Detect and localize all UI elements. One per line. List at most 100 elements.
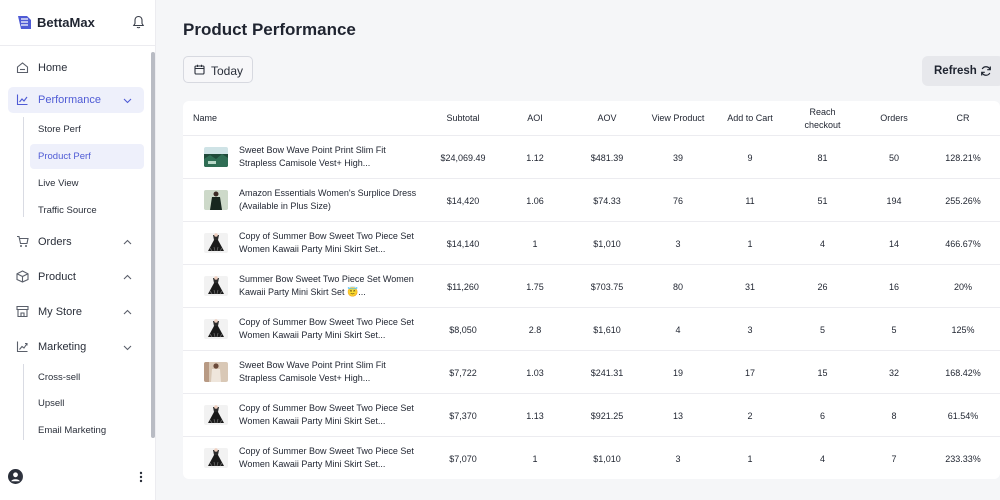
cell-aov: $921.25 bbox=[590, 410, 624, 421]
table-row[interactable]: Summer Bow Sweet Two Piece Set Women Kaw… bbox=[183, 265, 1000, 308]
cell-add-to-cart: 1 bbox=[747, 453, 753, 464]
more-vertical-icon[interactable] bbox=[137, 470, 145, 484]
cell-subtotal: $7,070 bbox=[449, 453, 477, 464]
column-header-add-to-cart[interactable]: Add to Cart bbox=[715, 101, 785, 136]
table-row[interactable]: Sweet Bow Wave Point Print Slim Fit Stra… bbox=[183, 351, 1000, 394]
cell-view-product: 80 bbox=[672, 281, 683, 292]
sidebar-subitem-product-perf[interactable]: Product Perf bbox=[30, 144, 144, 169]
table-row[interactable]: Copy of Summer Bow Sweet Two Piece Set W… bbox=[183, 222, 1000, 265]
product-name[interactable]: Amazon Essentials Women's Surplice Dress… bbox=[239, 187, 419, 213]
cell-subtotal: $14,140 bbox=[446, 238, 480, 249]
submenu-guide-line bbox=[23, 117, 24, 217]
cell-add-to-cart: 9 bbox=[747, 152, 753, 163]
cell-orders: 5 bbox=[891, 324, 897, 335]
chevron-up-icon bbox=[123, 309, 132, 315]
column-header-name[interactable]: Name bbox=[193, 101, 313, 136]
cell-reach-checkout: 6 bbox=[819, 410, 825, 421]
brand-header: BettaMax bbox=[0, 0, 156, 46]
cell-view-product: 4 bbox=[675, 324, 681, 335]
cell-add-to-cart: 31 bbox=[744, 281, 755, 292]
column-header-aov[interactable]: AOV bbox=[571, 101, 643, 136]
cell-reach-checkout: 15 bbox=[817, 367, 828, 378]
cell-cr: 168.42% bbox=[945, 367, 981, 378]
sidebar-subitem-upsell[interactable]: Upsell bbox=[30, 391, 144, 416]
sidebar-item-label: Product bbox=[38, 271, 76, 283]
column-header-subtotal[interactable]: Subtotal bbox=[427, 101, 499, 136]
date-filter-button[interactable]: Today bbox=[183, 56, 253, 83]
user-avatar-icon[interactable] bbox=[8, 469, 23, 484]
cell-aov: $1,010 bbox=[593, 453, 621, 464]
sidebar-subitem-label: Product Perf bbox=[38, 151, 91, 162]
sidebar-subitem-label: Store Perf bbox=[38, 124, 81, 135]
column-header-orders[interactable]: Orders bbox=[864, 101, 924, 136]
product-name[interactable]: Sweet Bow Wave Point Print Slim Fit Stra… bbox=[239, 144, 419, 170]
cell-cr: 233.33% bbox=[945, 453, 981, 464]
table-row[interactable]: Sweet Bow Wave Point Print Slim Fit Stra… bbox=[183, 136, 1000, 179]
column-header-reach-checkout[interactable]: Reach checkout bbox=[795, 101, 850, 136]
cell-orders: 50 bbox=[888, 152, 899, 163]
cell-view-product: 19 bbox=[672, 367, 683, 378]
sidebar-subitem-label: Cross-sell bbox=[38, 372, 81, 383]
cell-subtotal: $14,420 bbox=[446, 195, 480, 206]
cell-aoi: 1.75 bbox=[526, 281, 544, 292]
sidebar-item-label: Marketing bbox=[38, 341, 87, 353]
trend-icon bbox=[16, 341, 28, 353]
sidebar-item-performance[interactable]: Performance bbox=[8, 87, 144, 113]
user-name-redacted bbox=[32, 463, 102, 489]
product-thumbnail bbox=[204, 405, 228, 425]
table-row[interactable]: Copy of Summer Bow Sweet Two Piece Set W… bbox=[183, 437, 1000, 479]
column-header-cr[interactable]: CR bbox=[933, 101, 993, 136]
product-thumbnail bbox=[204, 233, 228, 253]
table-row[interactable]: Copy of Summer Bow Sweet Two Piece Set W… bbox=[183, 308, 1000, 351]
sidebar-item-orders[interactable]: Orders bbox=[8, 229, 144, 255]
sidebar-item-label: Home bbox=[38, 62, 68, 74]
product-name[interactable]: Copy of Summer Bow Sweet Two Piece Set W… bbox=[239, 316, 419, 342]
cell-reach-checkout: 4 bbox=[819, 453, 825, 464]
sidebar-item-label: Performance bbox=[38, 94, 101, 106]
cell-aoi: 1 bbox=[532, 238, 538, 249]
refresh-label: Refresh bbox=[934, 65, 977, 77]
cell-aov: $1,010 bbox=[593, 238, 621, 249]
product-name[interactable]: Summer Bow Sweet Two Piece Set Women Kaw… bbox=[239, 273, 419, 299]
product-thumbnail bbox=[204, 190, 228, 210]
product-name[interactable]: Copy of Summer Bow Sweet Two Piece Set W… bbox=[239, 230, 419, 256]
product-name[interactable]: Copy of Summer Bow Sweet Two Piece Set W… bbox=[239, 402, 419, 428]
cell-view-product: 13 bbox=[672, 410, 683, 421]
cell-subtotal: $24,069.49 bbox=[440, 152, 486, 163]
chart-icon bbox=[16, 94, 28, 106]
sidebar-subitem-store-perf[interactable]: Store Perf bbox=[30, 117, 144, 142]
cell-orders: 16 bbox=[888, 281, 899, 292]
sidebar-item-product[interactable]: Product bbox=[8, 264, 144, 290]
chevron-up-icon bbox=[123, 239, 132, 245]
sidebar-subitem-live-view[interactable]: Live View bbox=[30, 171, 144, 196]
product-name[interactable]: Copy of Summer Bow Sweet Two Piece Set W… bbox=[239, 445, 419, 471]
bell-icon[interactable] bbox=[132, 15, 145, 29]
table-row[interactable]: Amazon Essentials Women's Surplice Dress… bbox=[183, 179, 1000, 222]
store-icon bbox=[16, 305, 29, 318]
sidebar-subitem-cross-sell[interactable]: Cross-sell bbox=[30, 365, 144, 390]
product-name[interactable]: Sweet Bow Wave Point Print Slim Fit Stra… bbox=[239, 359, 419, 385]
sidebar-item-my-store[interactable]: My Store bbox=[8, 299, 144, 325]
sidebar-subitem-label: Traffic Source bbox=[38, 205, 97, 216]
sidebar-item-label: My Store bbox=[38, 306, 83, 318]
cell-view-product: 76 bbox=[672, 195, 683, 206]
sidebar: BettaMax Home Performance Store Perf Pro… bbox=[0, 0, 156, 500]
cell-aov: $241.31 bbox=[590, 367, 624, 378]
sidebar-subitem-label: Upsell bbox=[38, 398, 65, 409]
sidebar-item-label: Orders bbox=[38, 236, 72, 248]
refresh-button[interactable]: Refresh bbox=[922, 56, 1000, 86]
column-header-aoi[interactable]: AOI bbox=[505, 101, 565, 136]
column-header-view-product[interactable]: View Product bbox=[643, 101, 713, 136]
sidebar-item-marketing[interactable]: Marketing bbox=[8, 334, 144, 360]
table-row[interactable]: Copy of Summer Bow Sweet Two Piece Set W… bbox=[183, 394, 1000, 437]
cell-cr: 125% bbox=[951, 324, 975, 335]
sidebar-subitem-traffic-source[interactable]: Traffic Source bbox=[30, 198, 144, 223]
date-filter-label: Today bbox=[211, 64, 244, 78]
sidebar-subitem-email-marketing[interactable]: Email Marketing bbox=[30, 418, 144, 443]
cell-orders: 7 bbox=[891, 453, 897, 464]
cell-reach-checkout: 5 bbox=[819, 324, 825, 335]
sidebar-item-home[interactable]: Home bbox=[8, 55, 144, 81]
cell-reach-checkout: 51 bbox=[817, 195, 828, 206]
brand-name: BettaMax bbox=[37, 15, 95, 30]
sidebar-scrollbar[interactable] bbox=[151, 52, 155, 438]
